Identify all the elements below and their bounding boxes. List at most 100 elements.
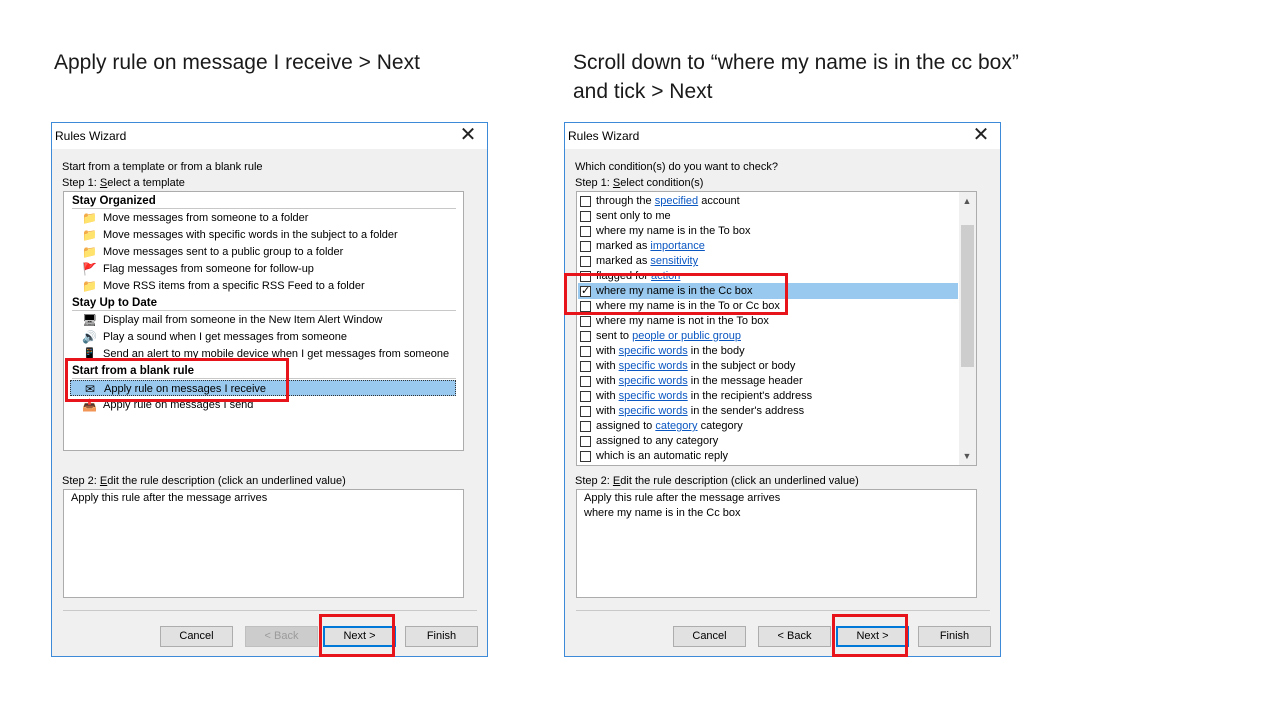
condition-item[interactable]: sent only to me <box>578 208 958 224</box>
scrollbar-thumb[interactable] <box>961 225 974 367</box>
cancel-button[interactable]: Cancel <box>673 626 746 647</box>
group-divider <box>72 378 456 379</box>
condition-text: account <box>698 195 740 207</box>
template-item-label: Move messages sent to a public group to … <box>103 246 344 258</box>
condition-item[interactable]: marked as importance <box>578 238 958 254</box>
checkbox[interactable] <box>580 301 591 312</box>
checkbox[interactable] <box>580 436 591 447</box>
template-item-label: Apply rule on messages I send <box>103 399 254 411</box>
condition-item[interactable]: sent to people or public group <box>578 328 958 344</box>
rule-description-box[interactable]: Apply this rule after the message arrive… <box>576 489 977 598</box>
back-button[interactable]: < Back <box>245 626 318 647</box>
condition-item[interactable]: where my name is in the To or Cc box <box>578 298 958 314</box>
condition-link[interactable]: specified <box>655 195 698 207</box>
finish-button[interactable]: Finish <box>918 626 991 647</box>
condition-item[interactable]: ✓ where my name is in the Cc box <box>578 283 958 299</box>
condition-label: which is an automatic reply <box>596 448 728 464</box>
template-item-label: Display mail from someone in the New Ite… <box>103 314 383 326</box>
cancel-button[interactable]: Cancel <box>160 626 233 647</box>
checkbox[interactable] <box>580 331 591 342</box>
scroll-down-icon[interactable]: ▼ <box>959 450 975 462</box>
checkbox[interactable] <box>580 361 591 372</box>
condition-text: flagged for <box>596 270 652 282</box>
close-icon[interactable]: ✕ <box>966 123 996 149</box>
condition-label: where my name is not in the To box <box>596 313 769 329</box>
next-button[interactable]: Next > <box>323 626 396 647</box>
checkbox[interactable] <box>580 451 591 462</box>
condition-item[interactable]: through the specified account <box>578 193 958 209</box>
intro-text: Which condition(s) do you want to check? <box>575 161 778 173</box>
condition-item[interactable]: with specific words in the body <box>578 343 958 359</box>
condition-text: through the <box>596 195 655 207</box>
checkbox[interactable] <box>580 196 591 207</box>
checkbox[interactable] <box>580 271 591 282</box>
condition-text: assigned to <box>596 420 656 432</box>
condition-item[interactable]: with specific words in the recipient's a… <box>578 388 958 404</box>
checkbox[interactable] <box>580 241 591 252</box>
condition-item[interactable]: with specific words in the sender's addr… <box>578 403 958 419</box>
condition-item[interactable]: assigned to any category <box>578 433 958 449</box>
mobile-device-icon: 📱 <box>82 347 97 361</box>
condition-text: in the recipient's address <box>687 390 813 402</box>
checkbox-checked[interactable]: ✓ <box>580 286 591 297</box>
condition-link[interactable]: importance <box>650 240 704 252</box>
condition-text: sent to <box>596 330 633 342</box>
checkbox[interactable] <box>580 376 591 387</box>
condition-item[interactable]: assigned to category category <box>578 418 958 434</box>
next-button[interactable]: Next > <box>836 626 909 647</box>
condition-link[interactable]: specific words <box>619 390 688 402</box>
condition-text: marked as <box>596 240 651 252</box>
condition-item[interactable]: with specific words in the subject or bo… <box>578 358 958 374</box>
condition-label: assigned to any category <box>596 433 718 449</box>
condition-link[interactable]: specific words <box>619 375 688 387</box>
condition-text: with <box>596 375 619 387</box>
caption-left: Apply rule on message I receive > Next <box>54 51 420 74</box>
template-item-label: Apply rule on messages I receive <box>104 383 267 395</box>
condition-link[interactable]: specific words <box>619 345 688 357</box>
checkbox[interactable] <box>580 346 591 357</box>
condition-text: assigned to any category <box>596 435 719 447</box>
checkbox[interactable] <box>580 406 591 417</box>
condition-item[interactable]: where my name is not in the To box <box>578 313 958 329</box>
condition-item[interactable]: marked as sensitivity <box>578 253 958 269</box>
checkbox[interactable] <box>580 256 591 267</box>
condition-item[interactable]: where my name is in the To box <box>578 223 958 239</box>
alert-window-icon: 🖥 <box>82 313 98 327</box>
description-line: Apply this rule after the message arrive… <box>584 492 781 504</box>
condition-item[interactable]: flagged for action <box>578 268 958 284</box>
scroll-up-icon[interactable]: ▲ <box>959 195 975 207</box>
condition-link[interactable]: category <box>655 420 697 432</box>
condition-text: with <box>596 405 619 417</box>
condition-label: where my name is in the Cc box <box>596 283 753 299</box>
condition-item[interactable]: with specific words in the message heade… <box>578 373 958 389</box>
condition-text: sent only to me <box>596 210 671 222</box>
caption-right-line2: and tick > Next <box>573 80 713 103</box>
close-icon[interactable]: ✕ <box>453 123 483 149</box>
checkbox[interactable] <box>580 391 591 402</box>
condition-link[interactable]: specific words <box>619 405 688 417</box>
condition-label: through the specified account <box>596 193 740 209</box>
condition-text: with <box>596 360 619 372</box>
condition-link[interactable]: people or public group <box>632 330 741 342</box>
template-item[interactable]: ✉ Apply rule on messages I receive <box>70 380 456 396</box>
conditions-listbox[interactable]: which is an automatic reply assigned to a… <box>576 191 977 466</box>
scrollbar[interactable]: ▲ ▼ <box>959 192 976 465</box>
checkbox[interactable] <box>580 226 591 237</box>
condition-link[interactable]: sensitivity <box>650 255 698 267</box>
condition-link[interactable]: action <box>651 270 680 282</box>
condition-link[interactable]: specific words <box>619 360 688 372</box>
template-listbox[interactable]: Stay Organized 📁 Move messages from someon… <box>63 191 464 451</box>
condition-text: marked as <box>596 255 651 267</box>
condition-label: with specific words in the message heade… <box>596 373 803 389</box>
envelope-icon: ✉ <box>84 382 96 396</box>
back-button[interactable]: < Back <box>758 626 831 647</box>
step1-label: Step 1: Select a template <box>62 177 185 189</box>
step1-label: Step 1: Select condition(s) <box>575 177 704 189</box>
checkbox[interactable] <box>580 421 591 432</box>
dialog-title: Rules Wizard <box>568 129 640 143</box>
rule-description-box[interactable]: Apply this rule after the message arrive… <box>63 489 464 598</box>
checkbox[interactable] <box>580 211 591 222</box>
finish-button[interactable]: Finish <box>405 626 478 647</box>
checkbox[interactable] <box>580 316 591 327</box>
condition-item[interactable]: which is an automatic reply <box>578 448 958 464</box>
